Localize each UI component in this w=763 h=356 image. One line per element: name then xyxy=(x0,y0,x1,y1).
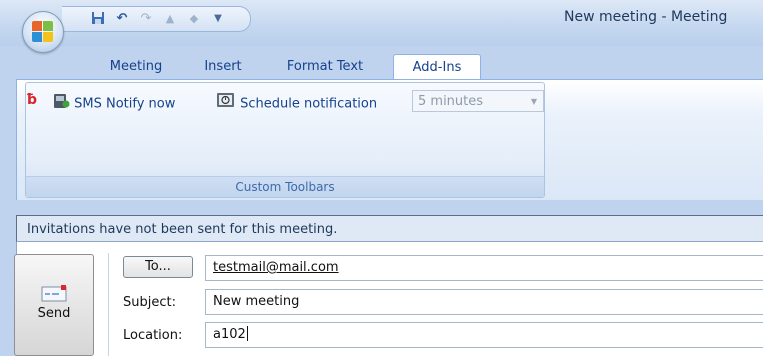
location-label: Location: xyxy=(123,328,183,343)
to-button[interactable]: To... xyxy=(123,256,193,278)
customize-dropdown-icon[interactable]: ▼ xyxy=(210,11,226,27)
schedule-notification-button[interactable]: Schedule notification xyxy=(216,91,377,113)
chevron-down-icon: ▼ xyxy=(530,97,537,106)
subject-label: Subject: xyxy=(123,295,176,310)
tab-format-text[interactable]: Format Text xyxy=(275,54,375,79)
next-item-icon[interactable]: ◆ xyxy=(186,11,202,27)
send-envelope-icon xyxy=(41,285,67,306)
notification-interval-select[interactable]: 5 minutes ▼ xyxy=(412,90,544,112)
to-field[interactable]: testmail@mail.com xyxy=(205,255,763,281)
office-logo-icon xyxy=(32,21,54,43)
sms-phone-icon xyxy=(52,91,70,117)
location-value: a102 xyxy=(213,327,246,342)
send-label: Send xyxy=(37,306,71,321)
sms-notify-label: SMS Notify now xyxy=(74,96,176,112)
schedule-notification-label: Schedule notification xyxy=(240,96,378,112)
send-button[interactable]: Send xyxy=(14,254,94,356)
skype-icon: ƀ xyxy=(26,91,40,115)
svg-text:ƀ: ƀ xyxy=(27,92,37,107)
tab-add-ins[interactable]: Add-Ins xyxy=(393,54,481,81)
schedule-clock-icon xyxy=(216,91,236,117)
tab-insert[interactable]: Insert xyxy=(196,54,250,79)
group-label: Custom Toolbars xyxy=(26,176,544,197)
save-icon[interactable] xyxy=(90,11,106,27)
quick-access-toolbar: ↶ ↷ ▲ ◆ ▼ xyxy=(62,6,251,32)
ribbon-tab-strip: Meeting Insert Format Text Add-Ins xyxy=(0,46,763,81)
subject-value: New meeting xyxy=(213,294,300,309)
office-button[interactable] xyxy=(22,11,64,53)
meeting-info-bar: Invitations have not been sent for this … xyxy=(16,215,763,242)
form-divider xyxy=(108,253,109,356)
subject-field[interactable]: New meeting xyxy=(205,289,763,315)
custom-toolbars-group: ƀ SMS Notify now Schedule notification 5… xyxy=(25,82,545,198)
skype-button[interactable]: ƀ xyxy=(26,91,40,113)
redo-icon[interactable]: ↷ xyxy=(138,11,154,27)
location-field[interactable]: a102 xyxy=(205,322,763,348)
window-title: New meeting - Meeting xyxy=(564,9,728,25)
sms-notify-now-button[interactable]: SMS Notify now xyxy=(52,91,175,113)
tab-meeting[interactable]: Meeting xyxy=(99,54,173,79)
ribbon-panel: ƀ SMS Notify now Schedule notification 5… xyxy=(16,79,763,200)
previous-item-icon[interactable]: ▲ xyxy=(162,11,178,27)
undo-icon[interactable]: ↶ xyxy=(114,11,130,27)
text-cursor xyxy=(246,326,248,341)
interval-value: 5 minutes xyxy=(418,94,484,109)
to-recipient: testmail@mail.com xyxy=(213,260,339,275)
